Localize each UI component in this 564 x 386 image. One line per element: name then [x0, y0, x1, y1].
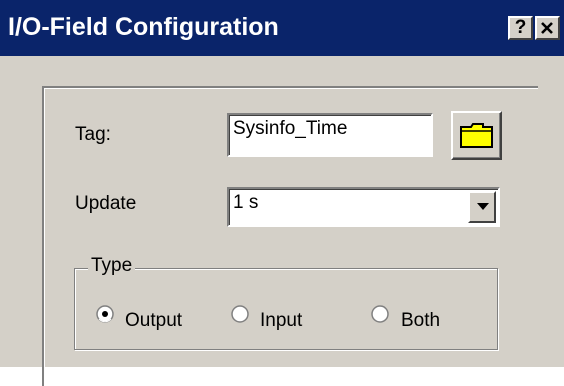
tag-input[interactable]: Sysinfo_Time: [227, 113, 433, 157]
io-field-configuration-dialog: I/O-Field Configuration ? Tag: Sysinfo_T…: [0, 0, 564, 386]
input-radio[interactable]: [231, 305, 249, 323]
update-value: 1 s: [233, 192, 259, 213]
title-bar[interactable]: I/O-Field Configuration ?: [0, 0, 564, 56]
tag-value: Sysinfo_Time: [233, 118, 348, 139]
tag-label: Tag:: [75, 124, 111, 145]
update-label: Update: [75, 193, 137, 214]
update-dropdown-button[interactable]: [468, 191, 496, 223]
output-label[interactable]: Output: [125, 310, 182, 332]
close-button[interactable]: [535, 16, 560, 40]
input-label[interactable]: Input: [260, 310, 302, 332]
update-select[interactable]: 1 s: [227, 187, 500, 227]
both-label[interactable]: Both: [401, 310, 440, 332]
both-radio[interactable]: [371, 305, 389, 323]
help-button[interactable]: ?: [508, 16, 533, 40]
folder-icon: [460, 123, 493, 148]
output-radio[interactable]: [96, 305, 114, 323]
chevron-down-icon: [477, 203, 489, 210]
window-title: I/O-Field Configuration: [8, 13, 279, 41]
type-groupbox: [74, 268, 498, 350]
close-icon: [541, 22, 553, 34]
type-group-legend: Type: [88, 255, 136, 277]
browse-tag-button[interactable]: [451, 111, 502, 160]
